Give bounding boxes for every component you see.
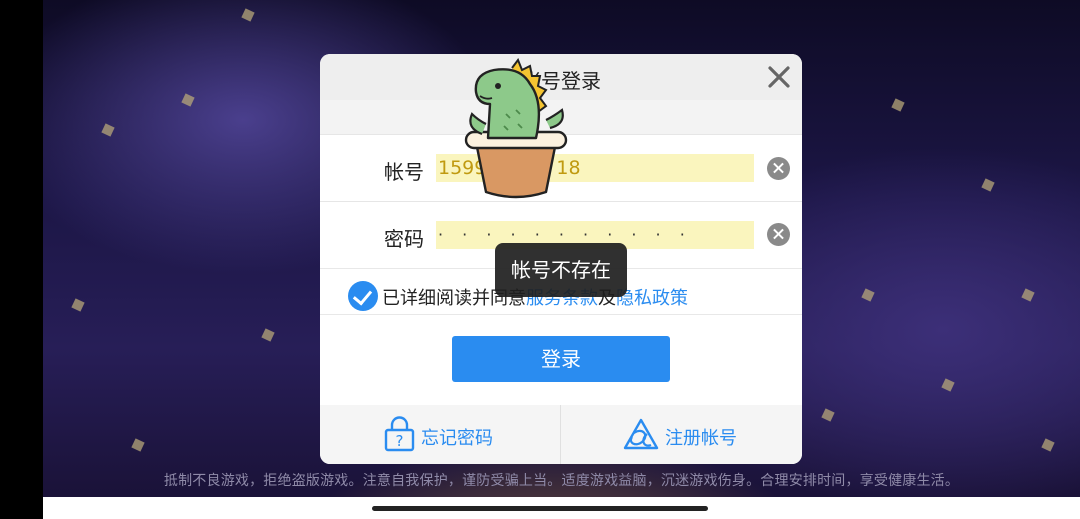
login-button[interactable]: 登录 <box>452 336 670 382</box>
svg-text:?: ? <box>396 432 404 450</box>
forgot-password-label: 忘记密码 <box>421 428 493 449</box>
anti-addiction-notice: 抵制不良游戏，拒绝盗版游戏。注意自我保护，谨防受骗上当。适度游戏益脑，沉迷游戏伤… <box>163 473 960 489</box>
divider <box>320 314 802 315</box>
register-label: 注册帐号 <box>665 428 737 449</box>
password-label: 密码 <box>384 227 424 251</box>
checkbox-checked-icon[interactable] <box>348 281 378 311</box>
forgot-password-button[interactable]: ? 忘记密码 <box>320 405 560 464</box>
cactus-dinosaur-sticker <box>464 58 568 199</box>
toast-message: 帐号不存在 <box>495 243 627 297</box>
left-edge-bar <box>0 0 43 519</box>
triangle-logo-icon <box>623 418 659 450</box>
close-icon[interactable] <box>766 64 792 90</box>
dialog-footer: ? 忘记密码 注册帐号 <box>320 405 802 464</box>
question-lock-icon: ? <box>384 416 415 452</box>
privacy-link[interactable]: 隐私政策 <box>616 288 688 309</box>
home-indicator[interactable] <box>372 506 708 511</box>
clear-account-icon[interactable] <box>767 157 790 180</box>
clear-password-icon[interactable] <box>767 223 790 246</box>
account-label: 帐号 <box>384 160 424 184</box>
register-button[interactable]: 注册帐号 <box>561 405 801 464</box>
